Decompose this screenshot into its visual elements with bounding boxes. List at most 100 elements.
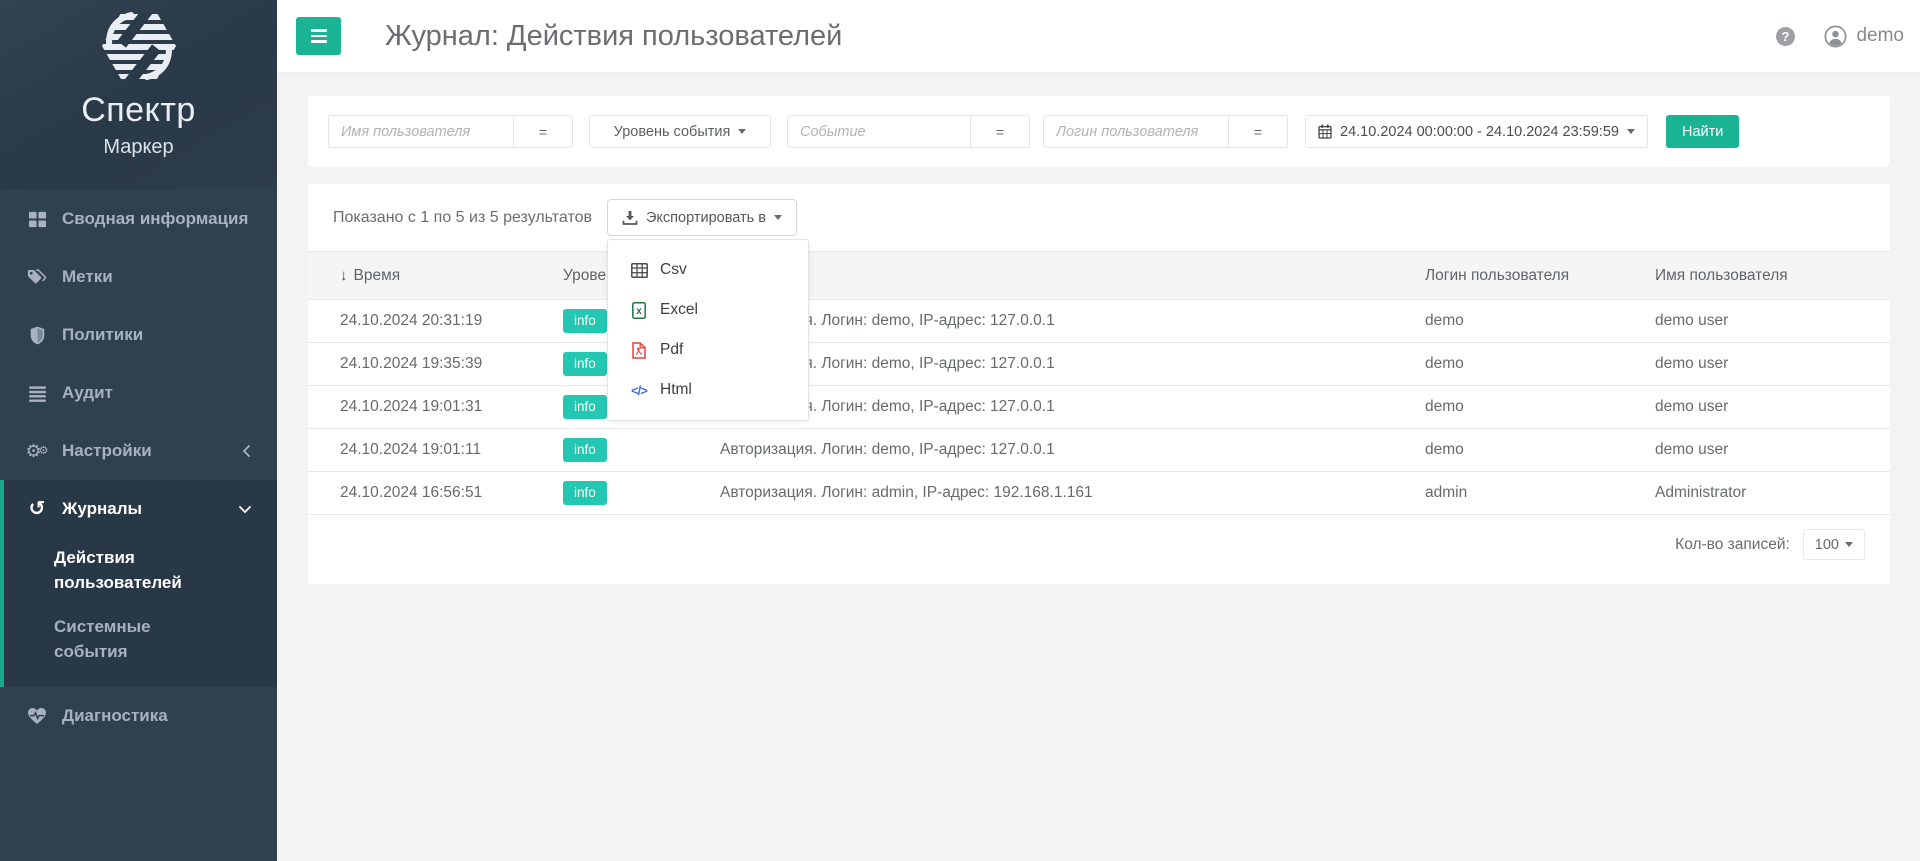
username-filter-input[interactable] — [328, 115, 513, 148]
download-icon — [622, 210, 638, 225]
sidebar: Спектр Маркер Сводная информация Метки П… — [0, 0, 277, 861]
column-header-event[interactable]: Событие — [705, 251, 1410, 300]
brand-subtitle: Маркер — [103, 136, 174, 158]
status-badge: info — [563, 309, 607, 333]
chevron-left-icon — [241, 444, 252, 458]
login-filter-input[interactable] — [1043, 115, 1228, 148]
export-option-excel[interactable]: x Excel — [608, 290, 808, 330]
sidebar-item-tags[interactable]: Метки — [0, 248, 277, 306]
export-option-label: Html — [660, 381, 692, 398]
results-toolbar: Показано с 1 по 5 из 5 результатов Экспо… — [308, 184, 1890, 421]
user-menu[interactable]: demo — [1824, 25, 1904, 48]
sidebar-item-summary[interactable]: Сводная информация — [0, 190, 277, 248]
column-header-name[interactable]: Имя пользователя — [1640, 251, 1890, 300]
main-area: Журнал: Действия пользователей ? demo = … — [277, 0, 1920, 861]
export-menu: Csv x Excel Pdf </> Html — [607, 239, 809, 421]
page-size-value: 100 — [1814, 536, 1839, 553]
cell-event: Авторизация. Логин: admin, IP-адрес: 192… — [705, 471, 1410, 515]
sidebar-item-system-events[interactable]: Системные события — [4, 603, 277, 672]
brand-title: Спектр — [81, 91, 196, 129]
sidebar-toggle-button[interactable] — [296, 17, 341, 55]
status-badge: info — [563, 481, 607, 505]
history-glyph: ↺ — [28, 498, 46, 520]
cell-level: info — [548, 471, 705, 515]
cell-login: demo — [1410, 385, 1640, 429]
pdf-file-icon — [629, 341, 649, 359]
sidebar-item-user-actions[interactable]: Действия пользователей — [4, 538, 277, 603]
caret-down-icon — [1626, 129, 1635, 134]
login-equals-addon[interactable]: = — [1228, 115, 1288, 148]
export-option-label: Pdf — [660, 341, 684, 358]
calendar-icon — [1318, 124, 1332, 139]
column-header-login[interactable]: Логин пользователя — [1410, 251, 1640, 300]
export-button-label: Экспортировать в — [646, 209, 766, 226]
results-card: Показано с 1 по 5 из 5 результатов Экспо… — [308, 184, 1890, 584]
grid-icon — [25, 210, 49, 229]
svg-text:x: x — [636, 306, 642, 317]
content: = Уровень события = = 24.10.2024 00:00:0… — [277, 73, 1920, 861]
username-filter-group: = — [328, 115, 573, 148]
export-option-html[interactable]: </> Html — [608, 370, 808, 410]
export-button[interactable]: Экспортировать в — [607, 199, 797, 236]
event-level-label: Уровень события — [613, 123, 731, 140]
cell-level: info — [548, 428, 705, 472]
sidebar-item-label: Диагностика — [62, 705, 168, 725]
cell-time: 24.10.2024 20:31:19 — [308, 299, 548, 343]
sidebar-item-label: Сводная информация — [62, 209, 249, 228]
event-filter-input[interactable] — [787, 115, 970, 148]
sidebar-item-audit[interactable]: Аудит — [0, 364, 277, 422]
event-level-dropdown[interactable]: Уровень события — [589, 115, 771, 148]
login-filter-group: = — [1043, 115, 1288, 148]
caret-down-icon — [738, 129, 747, 134]
cell-login: admin — [1410, 471, 1640, 515]
cell-name: demo user — [1640, 299, 1890, 343]
date-range-label: 24.10.2024 00:00:00 - 24.10.2024 23:59:5… — [1340, 123, 1619, 140]
status-badge: info — [563, 352, 607, 376]
event-equals-addon[interactable]: = — [970, 115, 1030, 148]
history-icon: ↺ — [25, 499, 49, 519]
cell-event: Авторизация. Логин: demo, IP-адрес: 127.… — [705, 342, 1410, 386]
export-option-label: Excel — [660, 301, 698, 318]
column-header-time[interactable]: ↓ Время — [308, 251, 548, 300]
help-icon[interactable]: ? — [1775, 26, 1796, 47]
caret-down-icon — [1845, 542, 1853, 547]
heart-pulse-icon — [25, 707, 49, 725]
sort-desc-icon: ↓ — [340, 266, 348, 284]
export-option-pdf[interactable]: Pdf — [608, 330, 808, 370]
sidebar-item-label: Метки — [62, 267, 113, 286]
event-filter-group: = — [787, 115, 1030, 148]
chevron-down-icon — [238, 504, 252, 515]
username-equals-addon[interactable]: = — [513, 115, 573, 148]
table-row: 24.10.2024 19:01:11 info Авторизация. Ло… — [308, 428, 1890, 472]
gear-small-icon: ⚙ — [38, 444, 49, 457]
table-row: 24.10.2024 16:56:51 info Авторизация. Ло… — [308, 471, 1890, 515]
cell-time: 24.10.2024 19:35:39 — [308, 342, 548, 386]
date-range-picker[interactable]: 24.10.2024 00:00:00 - 24.10.2024 23:59:5… — [1305, 115, 1648, 148]
table-grid-icon — [629, 262, 649, 278]
username-label: demo — [1856, 25, 1904, 46]
page-size-dropdown[interactable]: 100 — [1802, 529, 1865, 560]
sidebar-item-diagnostics[interactable]: Диагностика — [0, 687, 277, 745]
cell-login: demo — [1410, 342, 1640, 386]
sidebar-group-journals: ↺ Журналы Действия пользователей Системн… — [0, 480, 277, 687]
export-option-csv[interactable]: Csv — [608, 250, 808, 290]
cell-event: Авторизация. Логин: demo, IP-адрес: 127.… — [705, 428, 1410, 472]
sidebar-item-label: Политики — [62, 325, 144, 344]
cell-login: demo — [1410, 299, 1640, 343]
cell-name: demo user — [1640, 385, 1890, 429]
results-table: ↓Время Уровень Событие Логин пользовател… — [308, 251, 1890, 515]
filter-bar: = Уровень события = = 24.10.2024 00:00:0… — [308, 96, 1890, 167]
table-row: 24.10.2024 19:01:31 info Авторизация. Ло… — [308, 385, 1890, 429]
top-bar: Журнал: Действия пользователей ? demo — [277, 0, 1920, 73]
brand-header: Спектр Маркер — [0, 0, 277, 190]
sidebar-item-label: Настройки — [62, 441, 152, 460]
search-button[interactable]: Найти — [1665, 115, 1740, 148]
code-icon: </> — [631, 382, 648, 398]
sidebar-item-journals[interactable]: ↺ Журналы — [4, 480, 277, 538]
sidebar-item-policies[interactable]: Политики — [0, 306, 277, 364]
user-icon — [1824, 25, 1847, 47]
status-badge: info — [563, 438, 607, 462]
sidebar-item-settings[interactable]: ⚙ ⚙ Настройки — [0, 422, 277, 480]
export-option-label: Csv — [660, 261, 687, 278]
gears-icon: ⚙ ⚙ — [25, 442, 49, 460]
